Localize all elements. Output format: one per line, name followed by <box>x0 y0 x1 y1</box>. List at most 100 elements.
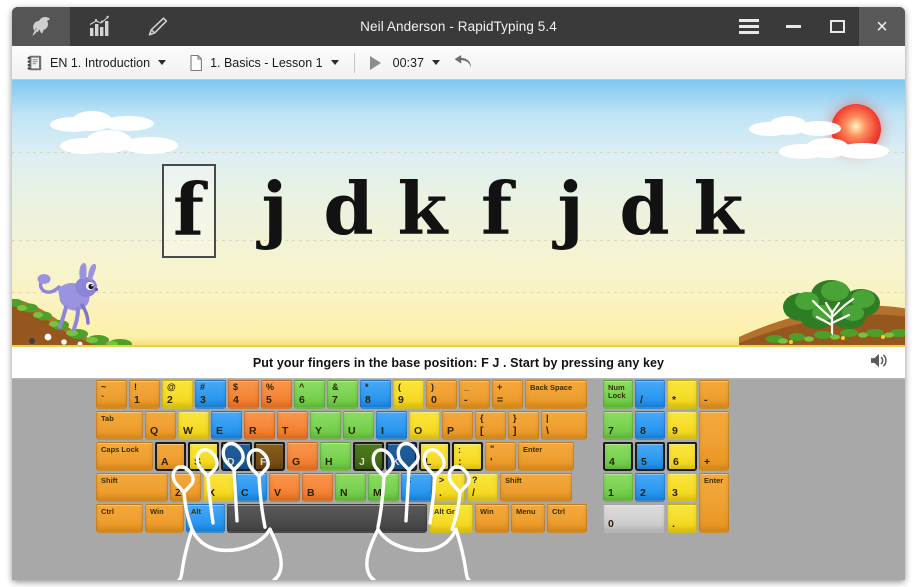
key-[interactable]: - <box>699 380 729 409</box>
virtual-keyboard[interactable]: ~ `! 1 @2 #3 $4% 5 ^ 6 & 7 * 8(9) 0 _ - + = Back Space Tab Q… <box>96 380 593 535</box>
key-menu[interactable]: Menu <box>511 504 545 533</box>
key-label: D <box>227 455 235 468</box>
key-w[interactable]: W <box>178 411 209 440</box>
key-k[interactable]: K <box>386 442 417 471</box>
key-g[interactable]: G <box>287 442 318 471</box>
key-shift[interactable]: Shift <box>96 473 168 502</box>
numeric-keypad[interactable]: Num Lock / * -7 8 9 +4 5 6 1 2 3 Enter 0. <box>603 380 729 535</box>
key-y[interactable]: Y <box>310 411 341 440</box>
key-ctrl[interactable]: Ctrl <box>547 504 587 533</box>
lesson-letter-current: f <box>161 164 216 258</box>
key-9[interactable]: 9 <box>667 411 697 440</box>
key-8[interactable]: 8 <box>635 411 665 440</box>
key-space[interactable] <box>227 504 427 533</box>
lesson-selector[interactable]: 1. Basics - Lesson 1 <box>182 50 345 76</box>
key-u[interactable]: U <box>343 411 374 440</box>
key-d[interactable]: D <box>221 442 252 471</box>
key-[interactable]: _ - <box>459 380 490 409</box>
key-[interactable]: }] <box>508 411 539 440</box>
key-[interactable]: <, <box>401 473 432 502</box>
key-alt[interactable]: Alt <box>186 504 225 533</box>
minimize-button[interactable] <box>771 7 815 46</box>
lesson-letter: k <box>397 166 448 251</box>
close-button[interactable]: × <box>859 7 905 46</box>
key-[interactable]: {[ <box>475 411 506 440</box>
key-enter[interactable]: Enter <box>518 442 574 471</box>
key-num-lock[interactable]: Num Lock <box>603 380 633 409</box>
key-alt-gr[interactable]: Alt Gr <box>429 504 473 533</box>
key-[interactable]: >. <box>434 473 465 502</box>
key-t[interactable]: T <box>277 411 308 440</box>
key-[interactable]: + = <box>492 380 523 409</box>
key-9[interactable]: (9 <box>393 380 424 409</box>
key-o[interactable]: O <box>409 411 440 440</box>
play-button[interactable] <box>364 50 387 76</box>
key-s[interactable]: S <box>188 442 219 471</box>
maximize-button[interactable] <box>815 7 859 46</box>
menu-button[interactable] <box>727 7 771 46</box>
key-[interactable]: :; <box>452 442 483 471</box>
key-7[interactable]: 7 <box>603 411 633 440</box>
key-[interactable]: " ' <box>485 442 516 471</box>
key-[interactable]: / <box>635 380 665 409</box>
key-4[interactable]: $4 <box>228 380 259 409</box>
key-6[interactable]: ^ 6 <box>294 380 325 409</box>
key-6[interactable]: 6 <box>667 442 697 471</box>
key-caps-lock[interactable]: Caps Lock <box>96 442 153 471</box>
key-l[interactable]: L <box>419 442 450 471</box>
key-p[interactable]: P <box>442 411 473 440</box>
key-1[interactable]: ! 1 <box>129 380 160 409</box>
key-2[interactable]: @2 <box>162 380 193 409</box>
key-b[interactable]: B <box>302 473 333 502</box>
key-r[interactable]: R <box>244 411 275 440</box>
key-back-space[interactable]: Back Space <box>525 380 587 409</box>
mascot-icon[interactable] <box>12 7 70 46</box>
key-shift-label: * <box>365 382 369 392</box>
key-label: Win <box>480 507 494 516</box>
key-shift[interactable]: Shift <box>500 473 572 502</box>
key-3[interactable]: 3 <box>667 473 697 502</box>
sound-toggle-button[interactable] <box>869 351 889 374</box>
key-x[interactable]: X <box>203 473 234 502</box>
key-4[interactable]: 4 <box>603 442 633 471</box>
key-7[interactable]: & 7 <box>327 380 358 409</box>
key-3[interactable]: #3 <box>195 380 226 409</box>
key-[interactable]: ~ ` <box>96 380 127 409</box>
key-0[interactable]: ) 0 <box>426 380 457 409</box>
key-j[interactable]: J <box>353 442 384 471</box>
key-f[interactable]: F <box>254 442 285 471</box>
key-shift-label: ) <box>431 382 434 392</box>
key-ctrl[interactable]: Ctrl <box>96 504 143 533</box>
key-tab[interactable]: Tab <box>96 411 143 440</box>
key-n[interactable]: N <box>335 473 366 502</box>
key-c[interactable]: C <box>236 473 267 502</box>
lesson-editor-icon[interactable] <box>128 7 186 46</box>
key-e[interactable]: E <box>211 411 242 440</box>
key-5[interactable]: % 5 <box>261 380 292 409</box>
book-icon <box>27 55 42 70</box>
timer-selector[interactable]: 00:37 <box>387 50 446 76</box>
key-win[interactable]: Win <box>145 504 184 533</box>
key-h[interactable]: H <box>320 442 351 471</box>
undo-button[interactable] <box>446 50 480 76</box>
key-m[interactable]: M <box>368 473 399 502</box>
key-q[interactable]: Q <box>145 411 176 440</box>
key-2[interactable]: 2 <box>635 473 665 502</box>
key-5[interactable]: 5 <box>635 442 665 471</box>
key-z[interactable]: Z <box>170 473 201 502</box>
key-v[interactable]: V <box>269 473 300 502</box>
key-[interactable]: . <box>667 504 697 533</box>
key-[interactable]: * <box>667 380 697 409</box>
key-1[interactable]: 1 <box>603 473 633 502</box>
course-selector[interactable]: EN 1. Introduction <box>20 50 172 76</box>
key-[interactable]: ? / <box>467 473 498 502</box>
key-8[interactable]: * 8 <box>360 380 391 409</box>
key-a[interactable]: A <box>155 442 186 471</box>
key-shift-label: _ <box>464 382 470 392</box>
key-i[interactable]: I <box>376 411 407 440</box>
key-label: 2 <box>640 486 646 499</box>
key-win[interactable]: Win <box>475 504 509 533</box>
statistics-icon[interactable] <box>70 7 128 46</box>
key-0[interactable]: 0 <box>603 504 665 533</box>
key-[interactable]: | \ <box>541 411 587 440</box>
